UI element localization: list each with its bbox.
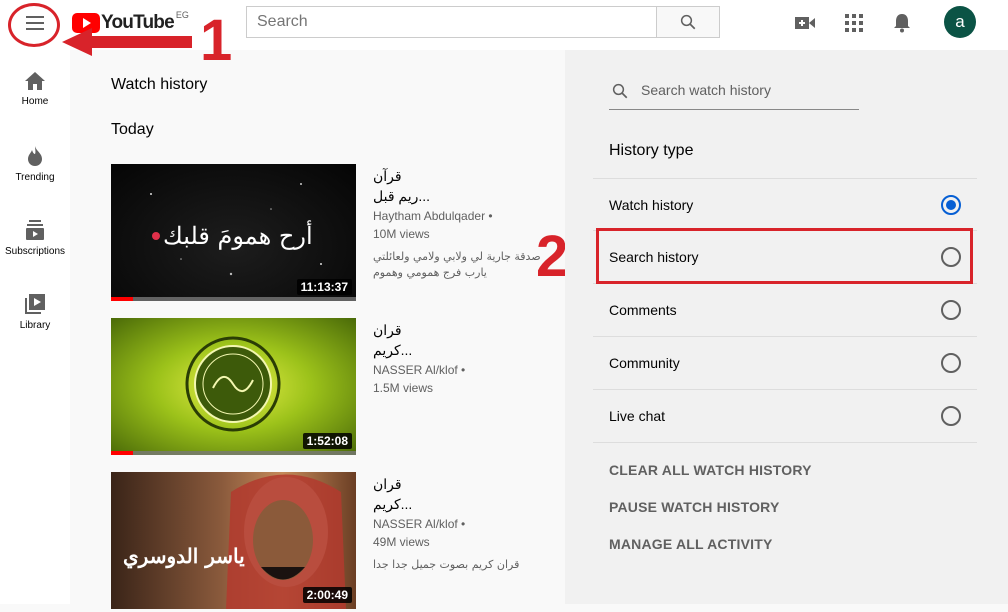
search-icon xyxy=(680,14,696,30)
video-item[interactable]: ياسر الدوسري 2:00:49 قران كريم... NASSER… xyxy=(111,472,551,612)
history-type-label: Comments xyxy=(609,302,677,318)
watch-progress-fill xyxy=(111,451,134,455)
sidebar-item-home[interactable]: Home xyxy=(0,72,70,107)
video-camera-plus-icon xyxy=(795,17,815,29)
video-duration: 2:00:49 xyxy=(302,587,352,603)
video-title-line2[interactable]: ريم قبل... xyxy=(373,186,543,206)
sidebar-item-label: Library xyxy=(19,320,51,331)
sidebar-item-subscriptions[interactable]: Subscriptions xyxy=(0,220,70,257)
home-icon xyxy=(25,72,45,90)
history-type-label: Community xyxy=(609,355,680,371)
sidebar-item-label: Home xyxy=(21,96,49,107)
search-button[interactable] xyxy=(656,6,720,38)
pause-history-button[interactable]: PAUSE WATCH HISTORY xyxy=(609,499,780,515)
video-description: صدقة جارية لي ولابي ولامي ولعائلتي يارب … xyxy=(373,250,541,279)
radio-button-selected[interactable] xyxy=(941,195,961,215)
manage-activity-button[interactable]: MANAGE ALL ACTIVITY xyxy=(609,536,773,552)
video-info: قرآن ريم قبل... Haytham Abdulqader • 10M… xyxy=(373,166,543,281)
subscriptions-icon xyxy=(26,220,44,240)
page-title: Watch history xyxy=(111,76,208,93)
view-count: 1.5M views xyxy=(373,381,434,395)
video-title-line1[interactable]: قران xyxy=(373,320,543,340)
history-type-watch[interactable]: Watch history xyxy=(593,178,977,231)
sidebar-item-library[interactable]: Library xyxy=(0,294,70,331)
watch-progress-bar xyxy=(111,297,356,301)
thumbnail-caption: أرح همومَ قلبك xyxy=(163,222,313,250)
radio-button[interactable] xyxy=(941,406,961,426)
day-section-label: Today xyxy=(111,121,154,138)
history-type-label: Live chat xyxy=(609,408,666,424)
watch-progress-bar xyxy=(111,451,356,455)
history-search-input[interactable]: Search watch history xyxy=(609,78,859,110)
clear-history-button[interactable]: CLEAR ALL WATCH HISTORY xyxy=(609,462,812,478)
video-info: قران كريم... NASSER Al/klof • 1.5M views xyxy=(373,320,543,397)
video-title-line2[interactable]: كريم... xyxy=(373,340,543,360)
video-item[interactable]: 1:52:08 قران كريم... NASSER Al/klof • 1.… xyxy=(111,318,551,458)
view-count: 10M views xyxy=(373,227,430,241)
video-info: قران كريم... NASSER Al/klof • 49M views … xyxy=(373,474,543,573)
logo-country-code: EG xyxy=(175,10,189,20)
sidebar-item-label: Subscriptions xyxy=(4,246,66,257)
library-icon xyxy=(25,294,45,314)
video-duration: 1:52:08 xyxy=(302,433,352,449)
sidebar-item-trending[interactable]: Trending xyxy=(0,146,70,183)
channel-name[interactable]: Haytham Abdulqader • xyxy=(373,207,543,225)
apps-button[interactable] xyxy=(843,12,865,34)
view-count: 49M views xyxy=(373,535,430,549)
video-thumbnail[interactable]: أرح همومَ قلبك 11:13:37 xyxy=(111,164,356,301)
thumbnail-caption: ياسر الدوسري xyxy=(123,544,245,568)
bell-icon xyxy=(894,14,910,33)
history-type-comments[interactable]: Comments xyxy=(593,284,977,337)
annotation-highlight-box xyxy=(596,228,973,284)
notifications-button[interactable] xyxy=(891,12,913,34)
history-panel: Search watch history History type Watch … xyxy=(565,50,1008,604)
video-duration: 11:13:37 xyxy=(296,279,352,295)
create-video-button[interactable] xyxy=(794,12,816,34)
video-description: قران كريم بصوت جميل جدا جدا xyxy=(373,558,520,571)
history-type-heading: History type xyxy=(609,142,694,159)
sidebar-item-label: Trending xyxy=(15,172,55,183)
video-thumbnail[interactable]: ياسر الدوسري 2:00:49 xyxy=(111,472,356,609)
radio-button[interactable] xyxy=(941,353,961,373)
history-type-live-chat[interactable]: Live chat xyxy=(593,390,977,443)
video-title-line1[interactable]: قران xyxy=(373,474,543,494)
channel-name[interactable]: NASSER Al/klof • xyxy=(373,361,543,379)
apps-grid-icon xyxy=(845,14,863,32)
flame-icon xyxy=(28,146,42,166)
channel-name[interactable]: NASSER Al/klof • xyxy=(373,515,543,533)
sidebar: Home Trending Subscriptions Library xyxy=(0,50,70,604)
search-input[interactable] xyxy=(246,6,658,38)
main-content: Watch history Today أرح همومَ قلبك 11:13… xyxy=(70,50,565,609)
annotation-circle xyxy=(8,3,60,47)
search-icon xyxy=(612,83,628,99)
history-search-placeholder: Search watch history xyxy=(641,82,771,98)
watch-progress-fill xyxy=(111,297,134,301)
history-type-label: Watch history xyxy=(609,197,694,213)
video-item[interactable]: أرح همومَ قلبك 11:13:37 قرآن ريم قبل... … xyxy=(111,164,551,304)
video-title-line2[interactable]: كريم... xyxy=(373,494,543,514)
avatar[interactable]: a xyxy=(944,6,976,38)
history-type-community[interactable]: Community xyxy=(593,337,977,390)
radio-button[interactable] xyxy=(941,300,961,320)
video-title-line1[interactable]: قرآن xyxy=(373,166,543,186)
video-thumbnail[interactable]: 1:52:08 xyxy=(111,318,356,455)
